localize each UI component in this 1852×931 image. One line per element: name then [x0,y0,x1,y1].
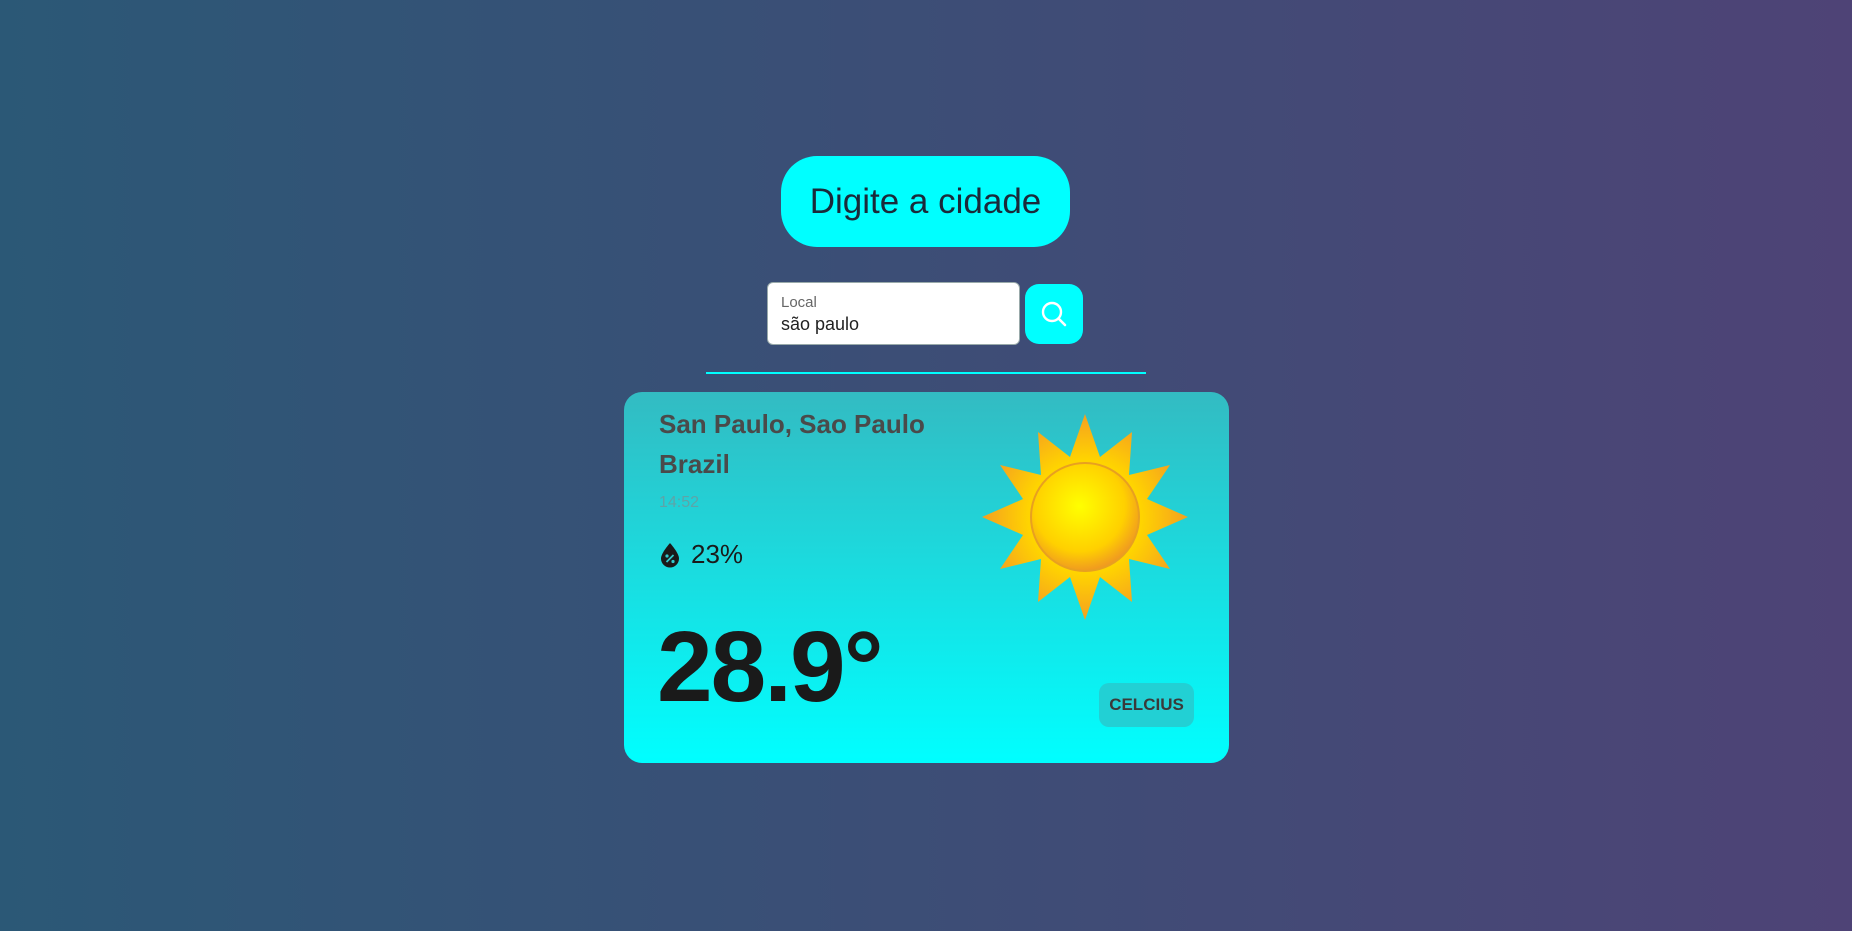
search-button[interactable] [1025,284,1083,344]
humidity-indicator: 23% [659,539,743,570]
humidity-drop-icon [661,542,679,567]
local-time: 14:52 [659,494,700,511]
search-input[interactable]: Local são paulo [767,282,1020,345]
sun-icon [982,414,1188,620]
city-name: San Paulo, Sao Paulo [659,409,925,439]
search-input-value[interactable]: são paulo [781,314,859,335]
country-name: Brazil [659,449,730,479]
temperature: 28.9° [657,611,884,723]
weather-card: San Paulo, Sao Paulo Brazil 14:52 23% 28… [624,392,1229,763]
humidity-value: 23% [691,539,744,569]
page-title: Digite a cidade [781,156,1070,247]
divider [706,372,1146,374]
unit-toggle-button[interactable]: CELCIUS [1099,683,1194,727]
search-input-label: Local [781,294,817,311]
search-icon [1041,301,1067,327]
